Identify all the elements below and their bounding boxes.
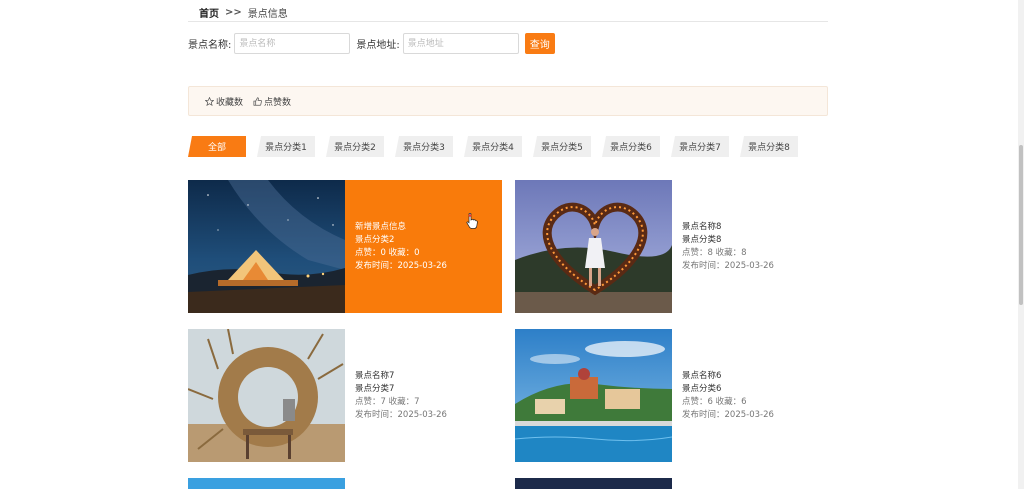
sort-by-likes[interactable]: 点赞数 — [253, 95, 291, 108]
attraction-name: 景点名称7 — [355, 370, 395, 381]
address-label: 景点地址: — [356, 40, 400, 51]
attraction-stats: 点赞：0 收藏：0 — [355, 247, 420, 258]
star-icon — [205, 96, 214, 106]
tab-category-2[interactable]: 景点分类2 — [326, 136, 384, 157]
attraction-name: 景点名称8 — [682, 221, 722, 232]
attraction-category: 景点分类2 — [355, 234, 395, 245]
attraction-card[interactable]: 景点名称6 景点分类6 点赞：6 收藏：6 发布时间：2025-03-26 — [515, 329, 829, 462]
attraction-category: 景点分类8 — [682, 234, 722, 245]
attraction-stats: 点赞：7 收藏：7 — [355, 396, 420, 407]
tab-category-5[interactable]: 景点分类5 — [533, 136, 591, 157]
sort-likes-label: 点赞数 — [264, 97, 292, 108]
tab-all[interactable]: 全部 — [188, 136, 246, 157]
breadcrumb-home-link[interactable]: 首页 — [199, 5, 219, 20]
breadcrumb-separator: >> — [225, 7, 242, 18]
tab-category-8[interactable]: 景点分类8 — [740, 136, 798, 157]
attraction-category: 景点分类6 — [682, 383, 722, 394]
sort-favorites-label: 收藏数 — [216, 97, 244, 108]
attraction-image[interactable] — [515, 180, 672, 313]
address-search-input[interactable] — [402, 33, 519, 54]
tab-category-3[interactable]: 景点分类3 — [395, 136, 453, 157]
tab-category-1[interactable]: 景点分类1 — [257, 136, 315, 157]
breadcrumb-current: 景点信息 — [247, 9, 288, 20]
attraction-stats: 点赞：8 收藏：8 — [682, 247, 747, 258]
scrollbar[interactable] — [1018, 0, 1024, 489]
name-search-input[interactable] — [234, 33, 351, 54]
attraction-image[interactable] — [188, 329, 345, 462]
attraction-card[interactable]: 新增景点信息 景点分类2 点赞：0 收藏：0 发布时间：2025-03-26 — [188, 180, 502, 313]
sort-by-favorites[interactable]: 收藏数 — [205, 95, 243, 108]
breadcrumb: 首页 >> 景点信息 — [199, 5, 288, 20]
query-button[interactable]: 查询 — [524, 33, 555, 54]
pointer-cursor-icon — [466, 213, 478, 229]
tab-category-4[interactable]: 景点分类4 — [464, 136, 522, 157]
divider — [188, 21, 828, 22]
attraction-image[interactable] — [188, 478, 345, 489]
attraction-image[interactable] — [515, 329, 672, 462]
attraction-image[interactable] — [188, 180, 345, 313]
attraction-card[interactable]: 景点名称7 景点分类7 点赞：7 收藏：7 发布时间：2025-03-26 — [188, 329, 502, 462]
attraction-date: 发布时间：2025-03-26 — [355, 409, 447, 420]
name-label: 景点名称: — [188, 40, 232, 51]
scrollbar-thumb[interactable] — [1019, 145, 1023, 305]
attraction-image[interactable] — [515, 478, 672, 489]
attraction-name: 新增景点信息 — [355, 221, 407, 232]
search-form: 景点名称: 景点地址: 查询 — [188, 33, 555, 54]
tab-category-6[interactable]: 景点分类6 — [602, 136, 660, 157]
thumb-up-icon — [253, 96, 262, 106]
attraction-card[interactable]: 景点名称8 景点分类8 点赞：8 收藏：8 发布时间：2025-03-26 — [515, 180, 829, 313]
sort-bar: 收藏数 点赞数 — [188, 86, 828, 116]
attraction-date: 发布时间：2025-03-26 — [355, 260, 447, 271]
attraction-date: 发布时间：2025-03-26 — [682, 409, 774, 420]
category-tabs: 全部 景点分类1 景点分类2 景点分类3 景点分类4 景点分类5 景点分类6 景… — [188, 136, 809, 157]
attraction-stats: 点赞：6 收藏：6 — [682, 396, 747, 407]
attraction-date: 发布时间：2025-03-26 — [682, 260, 774, 271]
attraction-category: 景点分类7 — [355, 383, 395, 394]
attraction-name: 景点名称6 — [682, 370, 722, 381]
tab-category-7[interactable]: 景点分类7 — [671, 136, 729, 157]
